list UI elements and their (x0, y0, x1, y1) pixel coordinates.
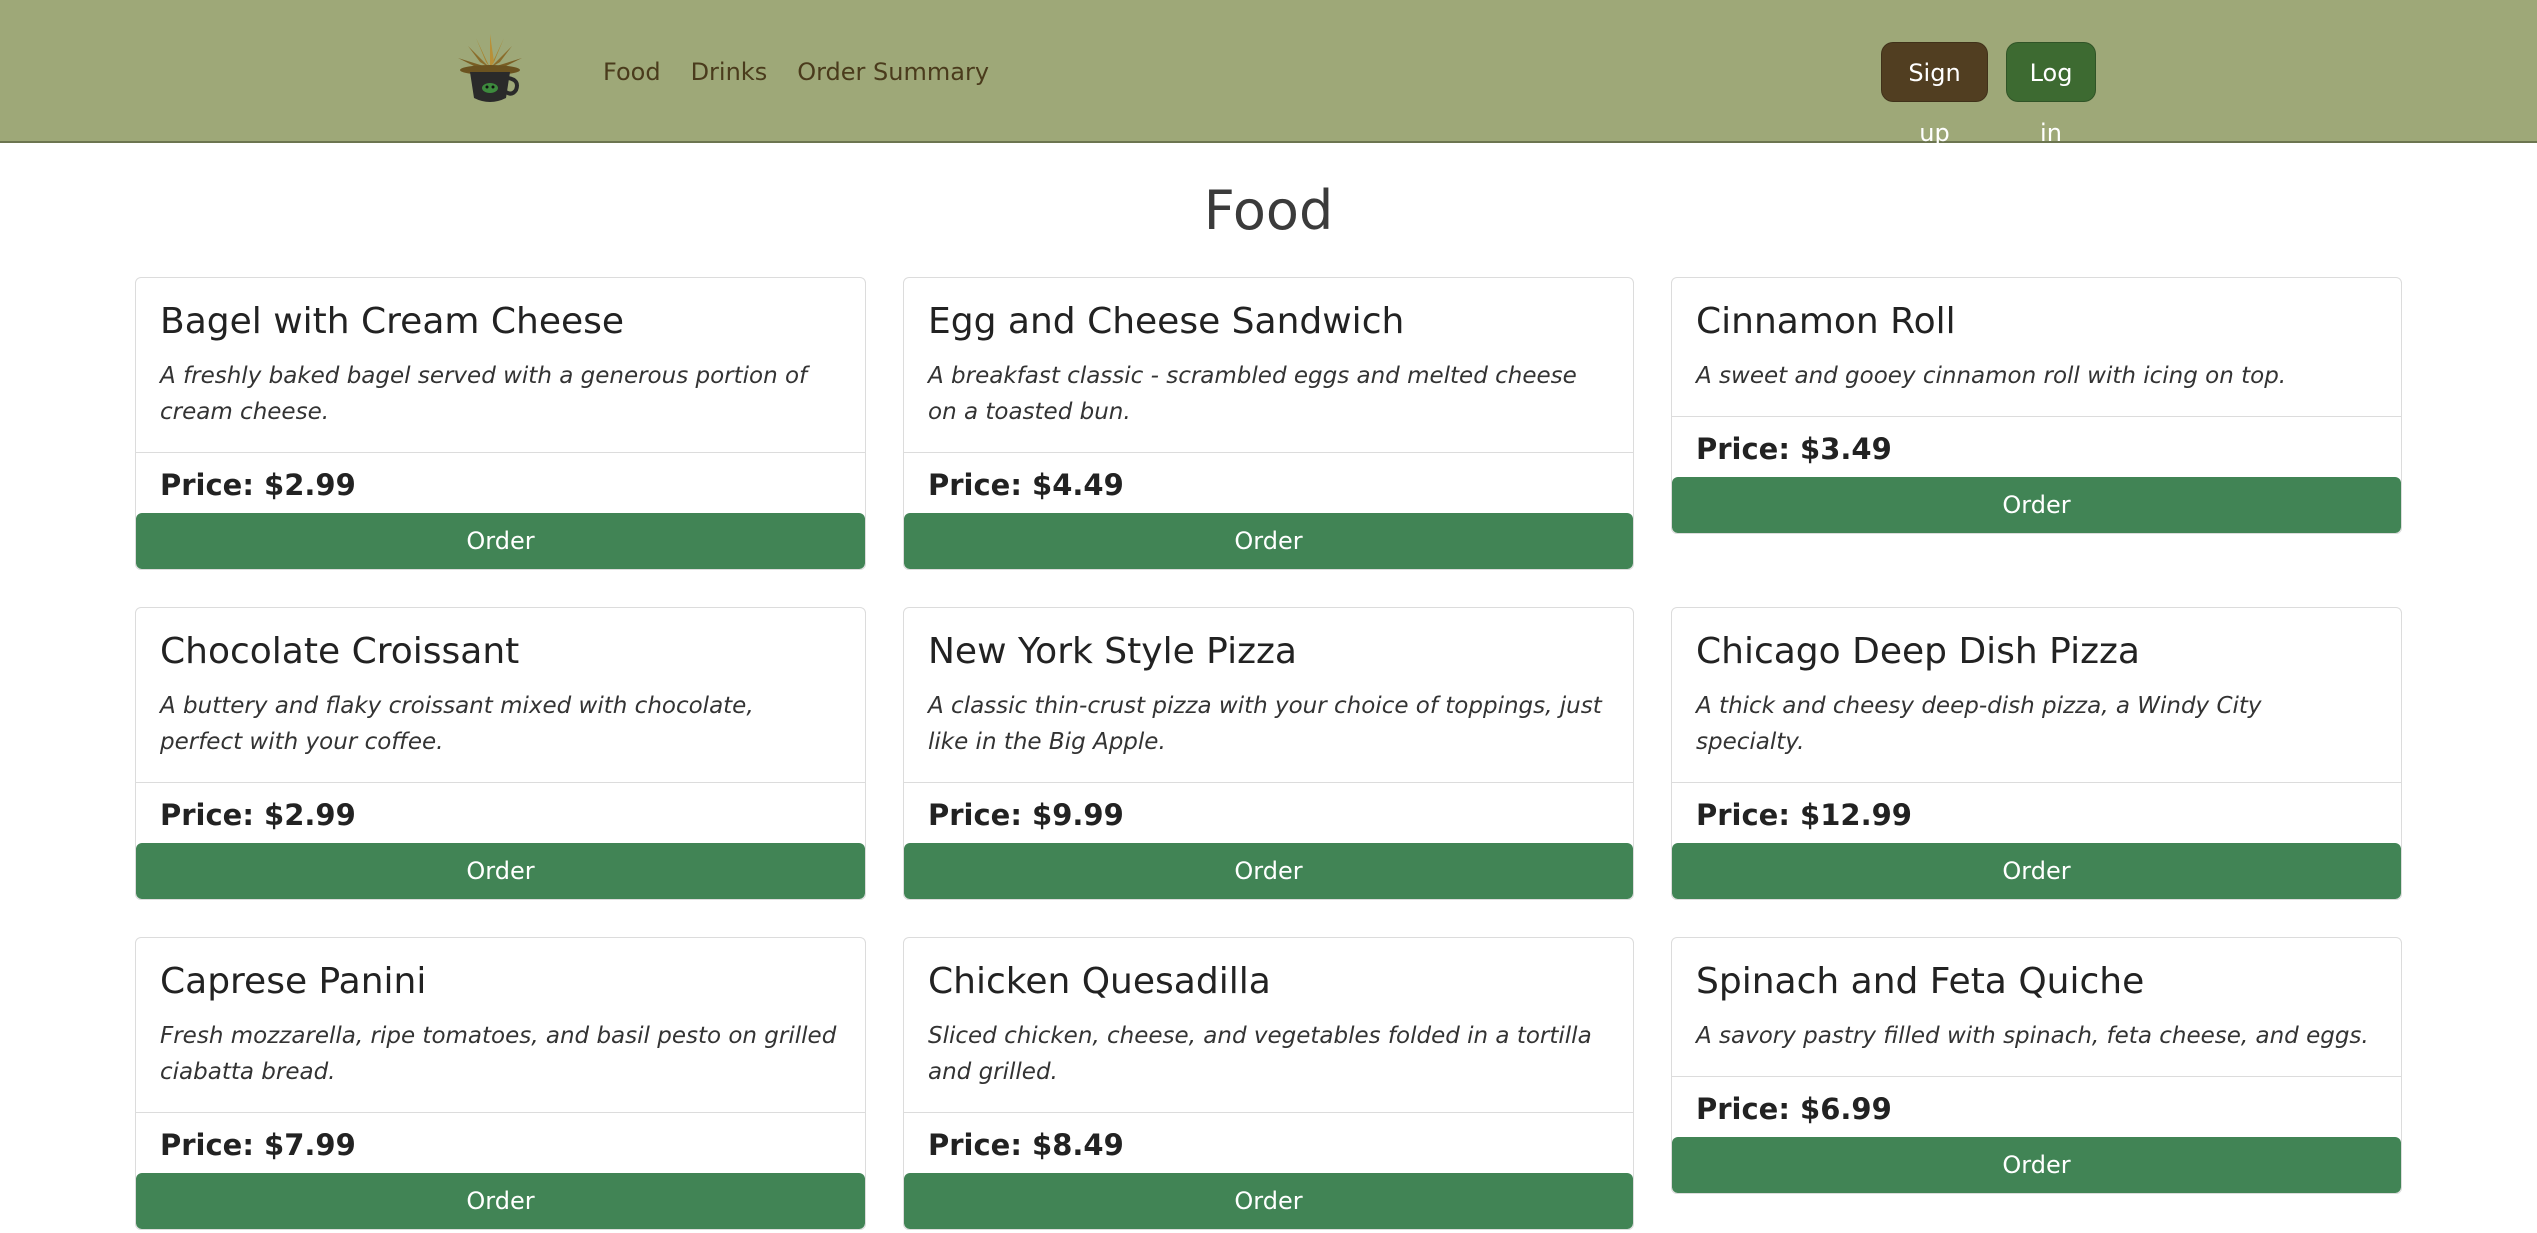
cafe-logo-icon[interactable] (450, 32, 530, 112)
item-description: Fresh mozzarella, ripe tomatoes, and bas… (160, 1023, 837, 1085)
nav-link-order-summary[interactable]: Order Summary (797, 52, 989, 92)
item-title: Bagel with Cream Cheese (160, 301, 625, 342)
item-price: Price: $9.99 (928, 798, 1124, 832)
card-body: New York Style Pizza A classic thin-crus… (904, 608, 1633, 783)
order-button[interactable]: Order (136, 843, 865, 899)
card-footer: Price: $9.99 (904, 783, 1633, 843)
signup-button[interactable]: Sign up (1881, 42, 1988, 147)
item-price: Price: $7.99 (160, 1128, 356, 1162)
main-nav: Food Drinks Order Summary (603, 52, 989, 92)
order-button[interactable]: Order (1672, 1137, 2401, 1193)
nav-link-drinks[interactable]: Drinks (691, 52, 768, 92)
card-body: Bagel with Cream Cheese A freshly baked … (136, 278, 865, 453)
menu-card: Caprese Panini Fresh mozzarella, ripe to… (135, 937, 866, 1230)
menu-card: Spinach and Feta Quiche A savory pastry … (1671, 937, 2402, 1194)
item-price: Price: $8.49 (928, 1128, 1124, 1162)
item-price: Price: $3.49 (1696, 432, 1892, 466)
nav-link-food[interactable]: Food (603, 52, 661, 92)
item-title: Cinnamon Roll (1696, 301, 1956, 342)
menu-card: Chicken Quesadilla Sliced chicken, chees… (903, 937, 1634, 1230)
card-body: Chicago Deep Dish Pizza A thick and chee… (1672, 608, 2401, 783)
order-button[interactable]: Order (904, 513, 1633, 569)
menu-card: Chocolate Croissant A buttery and flaky … (135, 607, 866, 900)
item-description: A savory pastry filled with spinach, fet… (1696, 1023, 2369, 1049)
item-description: Sliced chicken, cheese, and vegetables f… (928, 1023, 1592, 1085)
menu-card: Egg and Cheese Sandwich A breakfast clas… (903, 277, 1634, 570)
card-body: Caprese Panini Fresh mozzarella, ripe to… (136, 938, 865, 1113)
login-button[interactable]: Log in (2006, 42, 2096, 147)
item-title: Chocolate Croissant (160, 631, 520, 672)
item-description: A classic thin-crust pizza with your cho… (928, 693, 1602, 755)
card-footer: Price: $2.99 (136, 783, 865, 843)
card-footer: Price: $12.99 (1672, 783, 2401, 843)
card-footer: Price: $6.99 (1672, 1077, 2401, 1137)
item-description: A sweet and gooey cinnamon roll with ici… (1696, 363, 2287, 389)
card-footer: Price: $7.99 (136, 1113, 865, 1173)
item-description: A freshly baked bagel served with a gene… (160, 363, 808, 425)
card-body: Cinnamon Roll A sweet and gooey cinnamon… (1672, 278, 2401, 417)
item-price: Price: $2.99 (160, 468, 356, 502)
menu-card: Cinnamon Roll A sweet and gooey cinnamon… (1671, 277, 2402, 534)
item-title: New York Style Pizza (928, 631, 1297, 672)
item-description: A breakfast classic - scrambled eggs and… (928, 363, 1577, 425)
auth-buttons: Sign up Log in (1881, 42, 2096, 147)
card-footer: Price: $2.99 (136, 453, 865, 513)
order-button[interactable]: Order (1672, 477, 2401, 533)
card-body: Chocolate Croissant A buttery and flaky … (136, 608, 865, 783)
card-body: Egg and Cheese Sandwich A breakfast clas… (904, 278, 1633, 453)
card-footer: Price: $3.49 (1672, 417, 2401, 477)
navbar: Food Drinks Order Summary Sign up Log in (0, 0, 2537, 147)
card-body: Spinach and Feta Quiche A savory pastry … (1672, 938, 2401, 1077)
menu-grid: Bagel with Cream Cheese A freshly baked … (135, 277, 2403, 1230)
order-button[interactable]: Order (904, 1173, 1633, 1229)
item-price: Price: $2.99 (160, 798, 356, 832)
item-price: Price: $4.49 (928, 468, 1124, 502)
item-title: Chicken Quesadilla (928, 961, 1271, 1002)
item-description: A buttery and flaky croissant mixed with… (160, 693, 754, 755)
item-title: Spinach and Feta Quiche (1696, 961, 2145, 1002)
order-button[interactable]: Order (904, 843, 1633, 899)
card-footer: Price: $4.49 (904, 453, 1633, 513)
card-footer: Price: $8.49 (904, 1113, 1633, 1173)
menu-card: New York Style Pizza A classic thin-crus… (903, 607, 1634, 900)
item-title: Egg and Cheese Sandwich (928, 301, 1405, 342)
page-title: Food (1203, 179, 1334, 242)
item-price: Price: $12.99 (1696, 798, 1912, 832)
item-price: Price: $6.99 (1696, 1092, 1892, 1126)
menu-card: Chicago Deep Dish Pizza A thick and chee… (1671, 607, 2402, 900)
order-button[interactable]: Order (1672, 843, 2401, 899)
item-title: Chicago Deep Dish Pizza (1696, 631, 2140, 672)
order-button[interactable]: Order (136, 513, 865, 569)
item-description: A thick and cheesy deep-dish pizza, a Wi… (1696, 693, 2262, 755)
order-button[interactable]: Order (136, 1173, 865, 1229)
card-body: Chicken Quesadilla Sliced chicken, chees… (904, 938, 1633, 1113)
item-title: Caprese Panini (160, 961, 427, 1002)
menu-card: Bagel with Cream Cheese A freshly baked … (135, 277, 866, 570)
